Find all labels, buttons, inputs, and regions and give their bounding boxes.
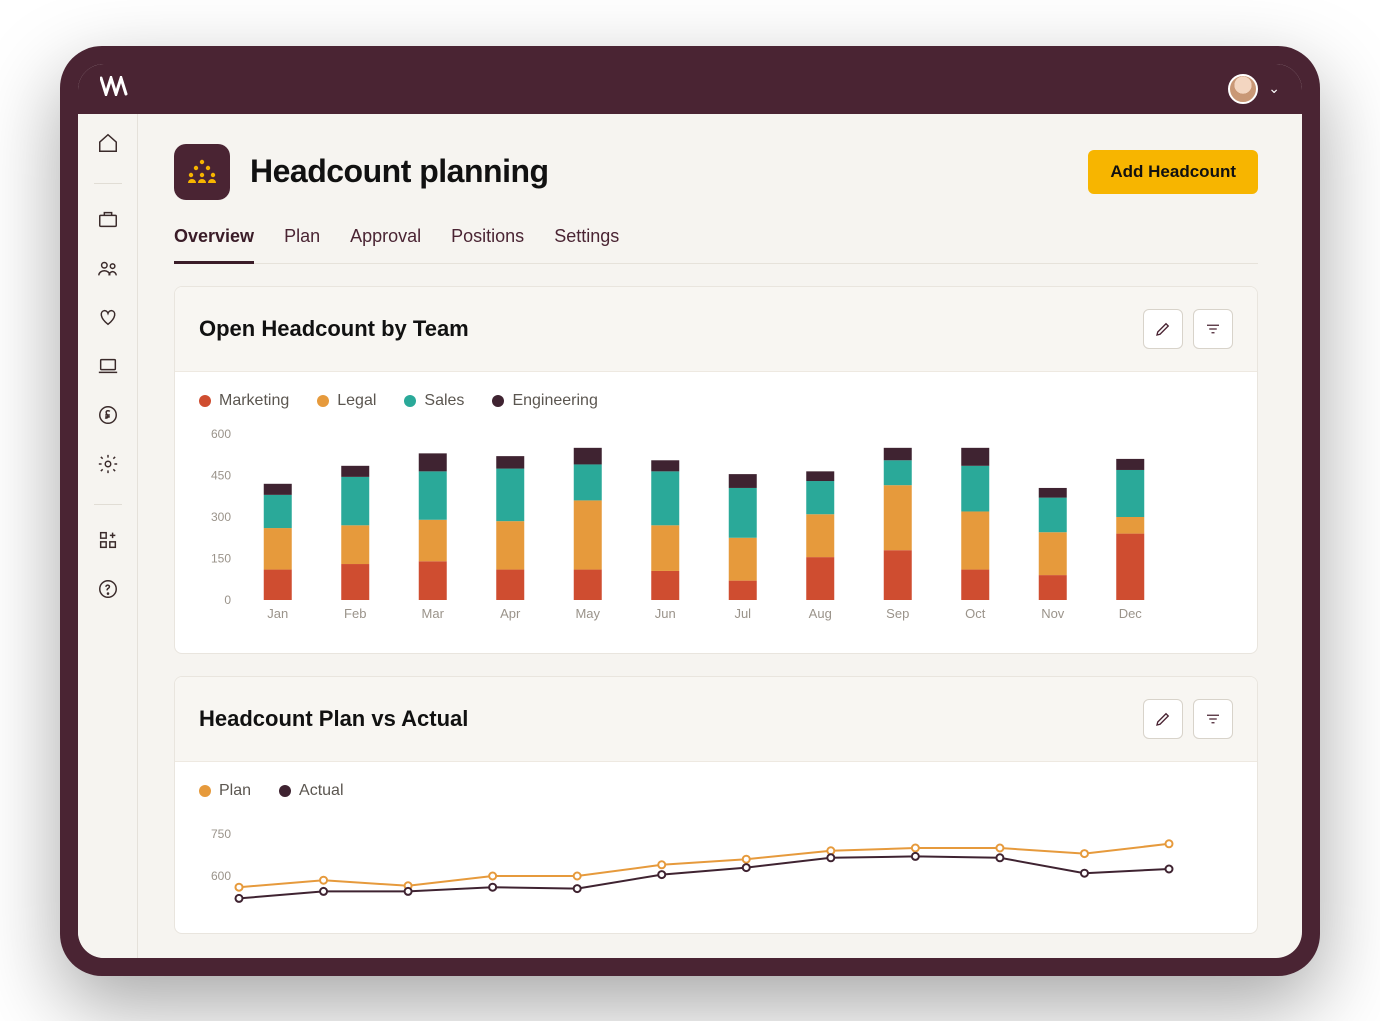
svg-text:150: 150 bbox=[211, 551, 231, 565]
svg-text:Jul: Jul bbox=[734, 606, 751, 621]
svg-text:Aug: Aug bbox=[809, 606, 832, 621]
heart-icon[interactable] bbox=[97, 306, 119, 333]
svg-text:Feb: Feb bbox=[344, 606, 366, 621]
svg-text:0: 0 bbox=[224, 593, 231, 607]
gear-icon[interactable] bbox=[97, 453, 119, 480]
legend-item: Plan bbox=[199, 782, 251, 800]
laptop-icon[interactable] bbox=[97, 355, 119, 382]
user-avatar[interactable] bbox=[1228, 74, 1258, 104]
page-title: Headcount planning bbox=[250, 153, 549, 190]
card-open-headcount: Open Headcount by Team Marketing Legal Sal… bbox=[174, 286, 1258, 654]
svg-text:Dec: Dec bbox=[1119, 606, 1143, 621]
main-content: Headcount planning Add Headcount Overvie… bbox=[138, 114, 1302, 958]
apps-icon[interactable] bbox=[97, 529, 119, 556]
svg-text:450: 450 bbox=[211, 468, 231, 482]
legend-item: Actual bbox=[279, 782, 343, 800]
screen: ⌄ bbox=[78, 64, 1302, 958]
chart-legend: Plan Actual bbox=[199, 782, 1233, 800]
tab-positions[interactable]: Positions bbox=[451, 218, 524, 263]
device-frame: ⌄ bbox=[60, 46, 1320, 976]
people-icon[interactable] bbox=[97, 257, 119, 284]
svg-text:Jun: Jun bbox=[655, 606, 676, 621]
bar-chart: 0 150 300 450 600 Jan Feb Mar Apr May Jun Jul Aug Sep… bbox=[199, 424, 1233, 629]
card-title: Headcount Plan vs Actual bbox=[199, 706, 468, 732]
help-icon[interactable] bbox=[97, 578, 119, 605]
card-plan-vs-actual: Headcount Plan vs Actual Plan Actual 600 7… bbox=[174, 676, 1258, 934]
svg-text:600: 600 bbox=[211, 869, 231, 883]
svg-text:Apr: Apr bbox=[500, 606, 521, 621]
card-title: Open Headcount by Team bbox=[199, 316, 469, 342]
tab-bar: Overview Plan Approval Positions Settings bbox=[174, 218, 1258, 264]
svg-text:May: May bbox=[575, 606, 600, 621]
line-chart: 600 750 bbox=[199, 814, 1233, 909]
top-nav: ⌄ bbox=[78, 64, 1302, 114]
divider bbox=[94, 504, 122, 505]
svg-text:Jan: Jan bbox=[267, 606, 288, 621]
chart-legend: Marketing Legal Sales Engineering bbox=[199, 392, 1233, 410]
chevron-down-icon[interactable]: ⌄ bbox=[1268, 80, 1280, 97]
svg-text:Oct: Oct bbox=[965, 606, 986, 621]
briefcase-icon[interactable] bbox=[97, 208, 119, 235]
tab-settings[interactable]: Settings bbox=[554, 218, 619, 263]
divider bbox=[94, 183, 122, 184]
app-tile-icon bbox=[174, 144, 230, 200]
svg-text:Sep: Sep bbox=[886, 606, 909, 621]
tab-approval[interactable]: Approval bbox=[350, 218, 421, 263]
add-headcount-button[interactable]: Add Headcount bbox=[1088, 150, 1258, 194]
sidebar bbox=[78, 114, 138, 958]
legend-item: Legal bbox=[317, 392, 376, 410]
legend-item: Engineering bbox=[492, 392, 597, 410]
home-icon[interactable] bbox=[97, 132, 119, 159]
legend-item: Marketing bbox=[199, 392, 289, 410]
edit-button[interactable] bbox=[1143, 309, 1183, 349]
svg-text:300: 300 bbox=[211, 510, 231, 524]
tab-plan[interactable]: Plan bbox=[284, 218, 320, 263]
svg-text:Nov: Nov bbox=[1041, 606, 1065, 621]
svg-text:600: 600 bbox=[211, 427, 231, 441]
svg-text:750: 750 bbox=[211, 827, 231, 841]
brand-logo[interactable] bbox=[100, 76, 128, 102]
currency-icon[interactable] bbox=[97, 404, 119, 431]
edit-button[interactable] bbox=[1143, 699, 1183, 739]
svg-text:Mar: Mar bbox=[422, 606, 445, 621]
filter-button[interactable] bbox=[1193, 699, 1233, 739]
tab-overview[interactable]: Overview bbox=[174, 218, 254, 264]
filter-button[interactable] bbox=[1193, 309, 1233, 349]
legend-item: Sales bbox=[404, 392, 464, 410]
